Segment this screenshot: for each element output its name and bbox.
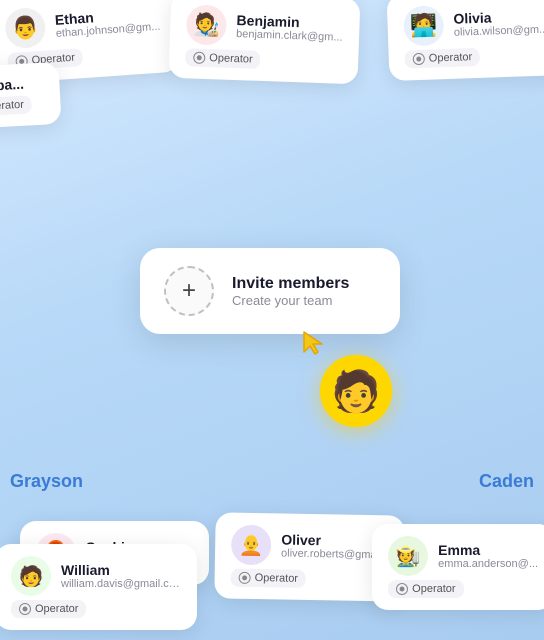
operator-icon-william	[19, 603, 31, 615]
role-badge-oliver: Operator	[230, 569, 306, 588]
avatar-emma: 🧑‍🌾	[388, 536, 428, 576]
member-card-emma: 🧑‍🌾 Emma emma.anderson@... Operator	[372, 524, 544, 610]
avatar-benjamin: 🧑‍🎨	[186, 4, 227, 45]
email-benjamin: benjamin.clark@gm...	[236, 28, 343, 44]
role-badge-olivia: Operator	[404, 48, 480, 69]
invite-text: Invite members Create your team	[232, 275, 349, 308]
avatar-oliver: 🧑‍🦲	[231, 525, 272, 566]
member-card-robert: robertpa... Operator	[0, 62, 62, 130]
cursor-arrow-icon	[300, 328, 328, 356]
operator-icon-olivia	[412, 53, 424, 65]
email-william: william.davis@gmail.com	[61, 578, 181, 590]
role-badge-emma: Operator	[388, 580, 463, 598]
avatar-olivia: 🧑‍💻	[403, 5, 444, 46]
role-badge-robert: Operator	[0, 95, 32, 117]
role-badge-william: Operator	[11, 600, 86, 618]
member-card-olivia: 🧑‍💻 Olivia olivia.wilson@gm... Operator	[386, 0, 544, 81]
avatar-william: 🧑	[11, 556, 51, 596]
grayson-section-label: Grayson	[10, 471, 83, 492]
invite-title: Invite members	[232, 275, 349, 293]
operator-icon-benjamin	[193, 52, 205, 64]
member-card-william: 🧑 William william.davis@gmail.com Operat…	[0, 544, 197, 630]
operator-icon-emma	[396, 583, 408, 595]
name-william: William	[61, 562, 181, 578]
email-olivia: olivia.wilson@gm...	[453, 23, 544, 38]
name-robert: robertpa...	[0, 76, 24, 96]
member-card-benjamin: 🧑‍🎨 Benjamin benjamin.clark@gm... Operat…	[169, 0, 360, 84]
name-emma: Emma	[438, 542, 538, 558]
operator-icon-oliver	[239, 572, 251, 584]
plus-button[interactable]: +	[164, 266, 214, 316]
role-badge-benjamin: Operator	[185, 48, 261, 69]
caden-section-label: Caden	[479, 471, 534, 492]
email-emma: emma.anderson@...	[438, 558, 538, 570]
main-user-avatar: 🧑	[320, 355, 392, 427]
invite-subtitle: Create your team	[232, 293, 349, 308]
invite-card[interactable]: + Invite members Create your team	[140, 248, 400, 334]
avatar-ethan: 👨	[4, 7, 47, 50]
